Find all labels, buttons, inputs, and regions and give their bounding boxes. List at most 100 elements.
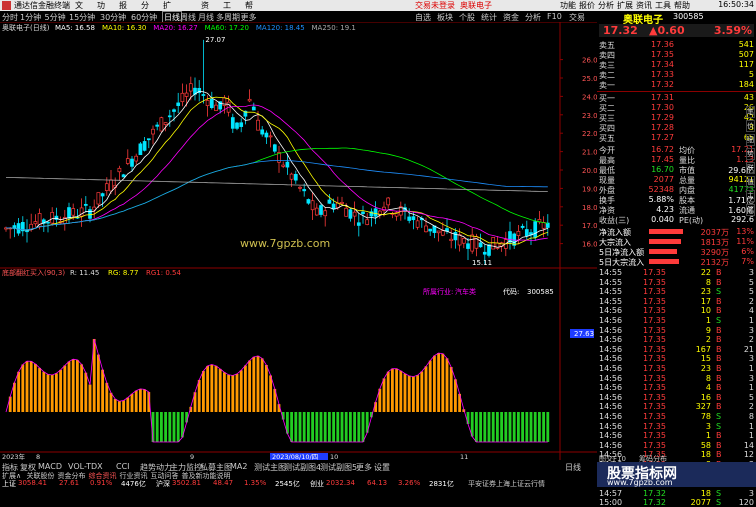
tick-volume: 9 (705, 325, 711, 335)
tick-count: 1 (748, 383, 754, 393)
menu-right-5[interactable]: 工具 (655, 0, 671, 11)
indicator-bar (491, 412, 495, 442)
candle-body (146, 138, 151, 141)
candle-body (151, 128, 155, 135)
indicator-bar (29, 361, 33, 412)
stat-label2-7: PE(动) (679, 216, 704, 225)
indicator-bar (176, 412, 180, 442)
candle-body (180, 92, 185, 103)
tick-price: 17.35 (643, 364, 666, 373)
ask-volume-3: 5 (748, 70, 754, 79)
candle-body (541, 222, 546, 229)
y-tick-label: 18.00 (582, 204, 597, 212)
tick-volume: 17 (700, 296, 711, 306)
indicator-bar (113, 398, 117, 412)
flow-pct-1: 11% (736, 237, 754, 246)
indicator-tab-8[interactable]: MA2 (230, 462, 247, 471)
tick-price: 17.35 (643, 306, 666, 316)
candle-body (310, 200, 315, 211)
candle-body (411, 216, 416, 221)
tick-time: 14:56 (599, 373, 623, 383)
tick-volume: 18 (700, 488, 711, 498)
tick-price: 17.35 (643, 316, 666, 325)
side-tab-7[interactable]: 筹 (746, 204, 755, 216)
candle-body (83, 203, 88, 206)
side-tab-3[interactable]: 势 (746, 148, 755, 160)
y-tick-label: 17.00 (582, 222, 597, 230)
stat-label-7: 收益(三) (599, 216, 630, 225)
flow-bar-2 (649, 249, 677, 254)
price-tag: 27.63 (574, 330, 594, 338)
indicator-tab-3[interactable]: VOL-TDX (68, 462, 103, 471)
tick-count: 5 (748, 392, 754, 402)
side-tab-6[interactable]: 主 (746, 190, 755, 202)
stat-value2-7: 292.6 (731, 215, 754, 224)
trade-login-notice[interactable]: 交易未登录 (415, 0, 455, 11)
tick-volume: 2077 (690, 498, 711, 507)
tick-side: B (716, 335, 722, 345)
tick-volume: 327 (695, 402, 711, 412)
side-tab-5[interactable]: 值 (746, 176, 755, 188)
menu-right-4[interactable]: 资讯 (636, 0, 652, 11)
indicator-bar (542, 412, 545, 442)
ask-volume-1: 507 (738, 50, 754, 59)
candle-body (373, 208, 378, 217)
menu-right-2[interactable]: 分析 (598, 0, 614, 11)
indicator-bar (424, 366, 428, 412)
func-6[interactable]: F10 (547, 12, 562, 21)
candle-body (424, 225, 428, 233)
index-name-0[interactable]: 上证 (2, 479, 16, 489)
side-tab-0[interactable]: 笔 (746, 106, 755, 118)
indicator-bar (202, 371, 205, 412)
candle-body (533, 221, 538, 238)
tick-side: B (716, 431, 722, 441)
stock-code: 300585 (673, 12, 704, 21)
tick-volume: 1 (705, 431, 711, 441)
side-tab-2[interactable]: 细 (746, 134, 755, 146)
tick-volume: 10 (700, 306, 711, 316)
menu-right-1[interactable]: 报价 (579, 0, 595, 11)
candle-body (117, 167, 122, 173)
indicator-bar (218, 368, 222, 412)
function-toolbar: 自选 板块 个股 统计 资金 分析 F10 交易 (415, 11, 597, 22)
index-name-2[interactable]: 创业 (310, 479, 324, 489)
index-pct-2: 3.26% (398, 479, 421, 487)
indicator-bar (399, 370, 403, 412)
tick-price: 17.35 (643, 440, 666, 450)
side-tab-4[interactable]: 联 (746, 162, 755, 174)
side-tab-1[interactable]: 价 (746, 120, 755, 132)
tick-count: 2 (748, 296, 754, 306)
menu-right-6[interactable]: 帮助 (674, 0, 690, 11)
menu-right-0[interactable]: 功能 (560, 0, 576, 11)
code-label: 代码: (503, 287, 519, 296)
indicator-tab-2[interactable]: MACD (38, 462, 62, 471)
indicator-bar (63, 365, 67, 412)
candle-body (491, 237, 496, 250)
tick-side: S (716, 498, 722, 507)
tick-time: 14:55 (599, 277, 623, 287)
menu-right-3[interactable]: 扩展 (617, 0, 633, 11)
ma-legend-3: MA60: 17.20 (205, 24, 249, 32)
stock-notice[interactable]: 奥联电子 (460, 0, 492, 11)
indicator-bar (130, 393, 134, 412)
tick-count: 1 (748, 421, 754, 431)
stat-value-1: 17.45 (651, 155, 674, 164)
tick-volume: 58 (700, 440, 711, 450)
tick-price: 17.35 (643, 431, 666, 441)
stat-value-7: 0.040 (651, 215, 674, 224)
candle-body (214, 104, 218, 111)
index-name-1[interactable]: 沪深 (156, 479, 170, 489)
date-label-1: 2023/08/10/四 (272, 453, 318, 460)
indicator-tab-4[interactable]: CCI (116, 462, 130, 471)
candle-body (306, 199, 311, 204)
kline-chart[interactable]: 奥联电子(日线) MA5: 16.58 MA10: 16.30 MA20: 16.27… (0, 22, 597, 460)
indicator-bar (101, 369, 104, 412)
tick-volume: 8 (705, 277, 711, 287)
indicator-bar (508, 412, 512, 442)
indicator-bar (454, 379, 457, 412)
index-change-0: 27.61 (59, 479, 80, 487)
tick-volume: 22 (700, 268, 711, 277)
candle-body (545, 222, 550, 228)
indicator-bar (344, 412, 348, 442)
ma-legend-1: MA10: 16.30 (102, 24, 146, 32)
